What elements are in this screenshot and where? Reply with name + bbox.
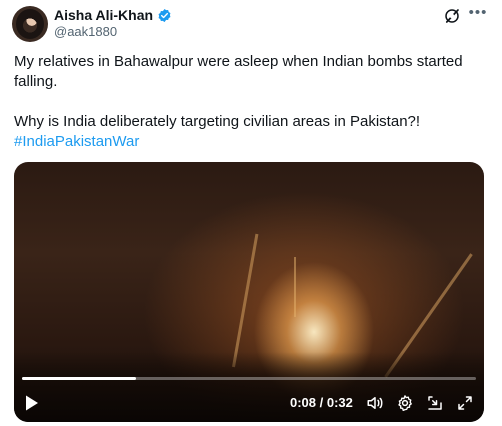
verified-badge-icon	[158, 8, 171, 22]
play-icon[interactable]	[24, 394, 40, 412]
grok-icon[interactable]	[443, 7, 461, 25]
volume-icon[interactable]	[366, 394, 384, 412]
video-player[interactable]: 0:08 / 0:32	[14, 162, 484, 422]
tweet-line-1: My relatives in Bahawalpur were asleep w…	[14, 53, 463, 90]
settings-icon[interactable]	[396, 394, 414, 412]
video-progress-fill	[22, 377, 136, 380]
fullscreen-icon[interactable]	[456, 394, 474, 412]
minimize-icon[interactable]	[426, 394, 444, 412]
author-handle[interactable]: @aak1880	[54, 24, 117, 40]
smoke-streak-center	[294, 257, 296, 317]
tweet-card[interactable]: Aisha Ali-Khan @aak1880 ••• My relatives…	[0, 0, 502, 426]
author-display-name[interactable]: Aisha Ali-Khan	[54, 6, 153, 24]
tweet-line-2: Why is India deliberately targeting civi…	[14, 113, 421, 130]
avatar-hair	[16, 9, 44, 39]
more-options-icon[interactable]: •••	[467, 2, 489, 24]
tweet-text: My relatives in Bahawalpur were asleep w…	[14, 52, 488, 152]
avatar[interactable]	[12, 6, 48, 42]
hashtag-link[interactable]: #IndiaPakistanWar	[14, 133, 139, 150]
video-progress-bar[interactable]	[22, 377, 476, 380]
author-name-row: Aisha Ali-Khan	[54, 6, 172, 24]
video-time-label: 0:08 / 0:32	[290, 395, 353, 410]
smoke-streak-left	[232, 233, 259, 368]
